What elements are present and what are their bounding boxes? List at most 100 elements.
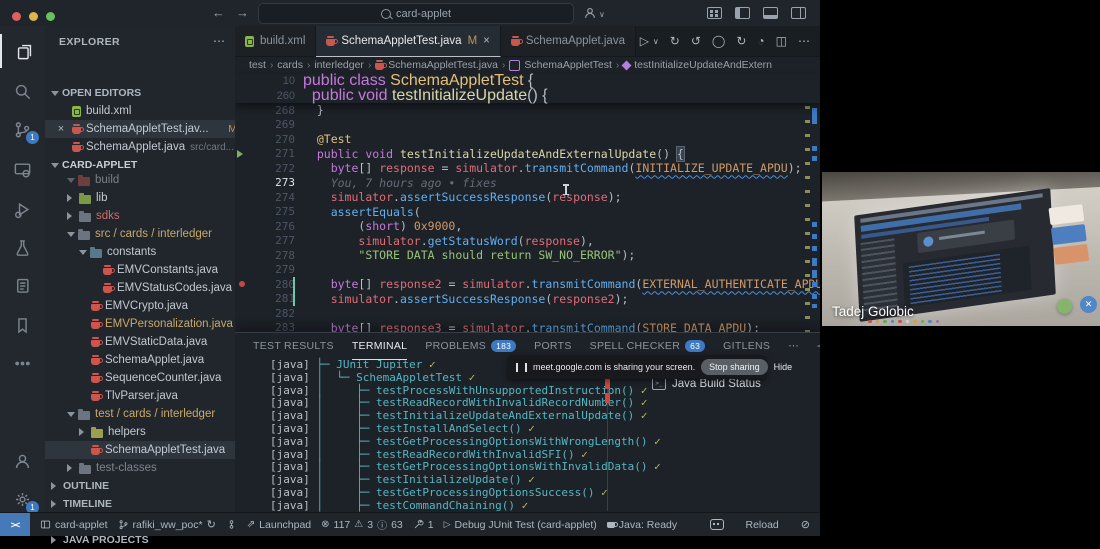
tree-item[interactable]: src / cards / interledger [45,225,257,243]
run-debug-icon[interactable] [0,192,45,226]
customize-layout-icon[interactable] [707,7,722,19]
statusbar-launchpad[interactable]: ⇗ Launchpad [247,519,311,531]
code-line[interactable]: 272 byte[] response = simulator.transmit… [235,161,820,176]
breadcrumb-item[interactable]: SchemaAppletTest [524,59,612,71]
tree-item[interactable]: sdks [45,207,257,225]
remote-indicator[interactable]: >< [0,513,30,536]
nav-circle-icon[interactable]: ◯ [712,34,725,48]
statusbar-debug-junit-test-card-applet-[interactable]: ▷ Debug JUnit Test (card-applet) [444,519,597,531]
statusbar-card-applet[interactable]: card-applet [40,519,108,531]
tree-item[interactable]: lib [45,189,257,207]
layout-controls [707,7,806,19]
statusbar-1[interactable]: 1 [413,519,434,531]
bookmarks-icon[interactable] [0,308,45,342]
zoom-window-button[interactable] [46,12,55,21]
close-icon[interactable]: × [55,123,67,135]
blocked-icon[interactable]: ⊘ [801,518,810,531]
code-line[interactable]: 282 [235,306,820,321]
explorer-icon[interactable] [0,34,47,68]
remote-explorer-icon[interactable] [0,152,45,186]
statusbar-rafiki-ww-poc-[interactable]: rafiki_ww_poc* ↻ [118,518,216,531]
hide-notification-button[interactable]: Hide [774,362,793,372]
tree-item-label: SchemaAppletTest.java [105,444,226,456]
video-call-tile[interactable]: ✕ Tadej Golobic [822,172,1100,326]
code-line[interactable]: 276 (short) 0x9000, [235,219,820,234]
breakpoint-icon[interactable] [235,281,249,288]
code-line[interactable]: 275 assertEquals( [235,205,820,220]
stop-sharing-button[interactable]: Stop sharing [701,359,768,375]
run-icon[interactable]: ▷ [640,34,649,48]
nav-forward-icon[interactable]: ↻ [736,34,746,48]
code-line[interactable]: 278 "STORE DATA should return SW_NO_ERRO… [235,248,820,263]
gitlens-icon[interactable] [226,519,237,530]
code-line[interactable]: 271 public void testInitializeUpdateAndE… [235,145,820,162]
add-terminal-icon[interactable]: + [817,339,820,353]
open-editor-item[interactable]: × SchemaAppletTest.jav... M [45,120,245,138]
problems-summary[interactable]: ⊗ 117 ⚠ 3 ⓘ 63 [321,517,403,533]
code-editor[interactable]: 268 } 269 270 @Test 271 public void testIni… [235,74,820,335]
command-center-search[interactable]: card-applet [258,3,574,24]
breadcrumb-item[interactable]: test [249,59,266,71]
code-line[interactable]: 280 byte[] response2 = simulator.transmi… [235,277,820,292]
run-test-icon[interactable] [235,149,249,158]
sync-changes-icon[interactable]: ↻ [670,34,680,48]
window-controls[interactable] [12,8,63,26]
tree-item[interactable]: test-classes [45,459,257,477]
sidebar-section-timeline[interactable]: TIMELINE [45,495,241,513]
account-icon[interactable] [0,444,45,478]
breadcrumb-item[interactable]: interledger [314,59,364,71]
statusbar-java-ready[interactable]: Java: Ready [606,519,677,531]
chevron-down-icon[interactable]: ∨ [653,37,659,46]
panel-tab-⋯[interactable]: ⋯ [788,333,799,359]
code-line[interactable]: 279 [235,263,820,278]
panel-tab-test-results[interactable]: TEST RESULTS [253,333,334,359]
close-icon[interactable]: × [483,35,490,47]
breadcrumb-item[interactable]: testInitializeUpdateAndExtern [634,59,772,71]
code-line[interactable]: 273 You, 7 hours ago • fixes [235,176,820,191]
open-editor-item[interactable]: build.xml [45,102,245,120]
code-line[interactable]: 268 } [235,103,820,118]
minimize-window-button[interactable] [29,12,38,21]
toggle-primary-sidebar-icon[interactable] [735,7,750,19]
close-window-button[interactable] [12,12,21,21]
open-editors-header[interactable]: OPEN EDITORS [45,84,241,102]
notebook-icon[interactable] [0,268,45,302]
code-line[interactable]: 270 @Test [235,132,820,147]
history-back-icon[interactable]: ← [212,0,225,26]
history-forward-icon[interactable]: → [236,0,249,26]
panel-tab-terminal[interactable]: TERMINAL [351,333,408,360]
toggle-panel-icon[interactable] [763,7,778,19]
tree-item[interactable]: test / cards / interledger [45,405,257,423]
split-editor-icon[interactable]: ◫ [776,34,787,48]
account-icon[interactable] [583,6,597,25]
more-actions-icon[interactable]: ⋯ [213,34,225,48]
testing-icon[interactable] [0,230,45,264]
sidebar-section-outline[interactable]: OUTLINE [45,477,241,495]
settings-gear-icon[interactable]: 1 [0,482,45,516]
editor-tab[interactable]: SchemaAppletTest.java M × [316,26,501,57]
breadcrumb-separator: › [367,59,372,71]
breadcrumb-item[interactable]: cards [277,59,303,71]
code-line[interactable]: 260 public void testInitializeUpdate() { [235,87,820,104]
editor-tab[interactable]: build.xml [235,26,317,56]
warning-mark [805,260,810,263]
editor-tab[interactable]: SchemaApplet.java [500,26,636,56]
run-timer-icon[interactable]: ◔ [757,34,764,48]
source-control-icon[interactable]: 1 [0,112,45,146]
nav-back-icon[interactable]: ↺ [691,34,701,48]
search-icon[interactable] [0,74,45,108]
code-line[interactable]: 274 simulator.assertSuccessResponse(resp… [235,190,820,205]
open-editor-item[interactable]: SchemaApplet.java src/card... [45,138,245,156]
panel-tab-problems[interactable]: PROBLEMS 183 [425,333,517,359]
code-line[interactable]: 277 simulator.getStatusWord(response), [235,234,820,249]
copilot-icon[interactable] [709,519,724,530]
statusbar-reload[interactable]: Reload [746,519,779,531]
breadcrumb-item[interactable]: SchemaAppletTest.java [388,59,498,71]
more-icon[interactable] [0,346,45,380]
tab-label: build.xml [260,35,306,47]
tree-item[interactable]: build [45,171,257,189]
more-actions-icon[interactable]: ⋯ [798,34,810,48]
code-line[interactable]: 269 [235,118,820,133]
toggle-secondary-sidebar-icon[interactable] [791,7,806,19]
code-line[interactable]: 281 simulator.assertSuccessResponse(resp… [235,291,820,306]
